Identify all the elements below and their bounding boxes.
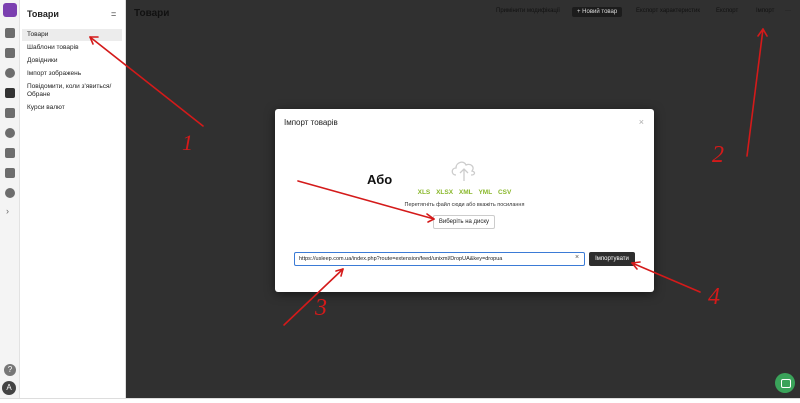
- annotation-number-4: 4: [708, 284, 720, 310]
- annotation-number-3: 3: [315, 295, 327, 321]
- annotation-number-1: 1: [182, 130, 193, 155]
- annotation-arrows: [89, 28, 768, 326]
- annotation-or: Або: [367, 172, 393, 187]
- annotation-number-2: 2: [712, 142, 724, 168]
- app-root: › ? A Товари = Товари Шаблони товарів До…: [0, 0, 800, 403]
